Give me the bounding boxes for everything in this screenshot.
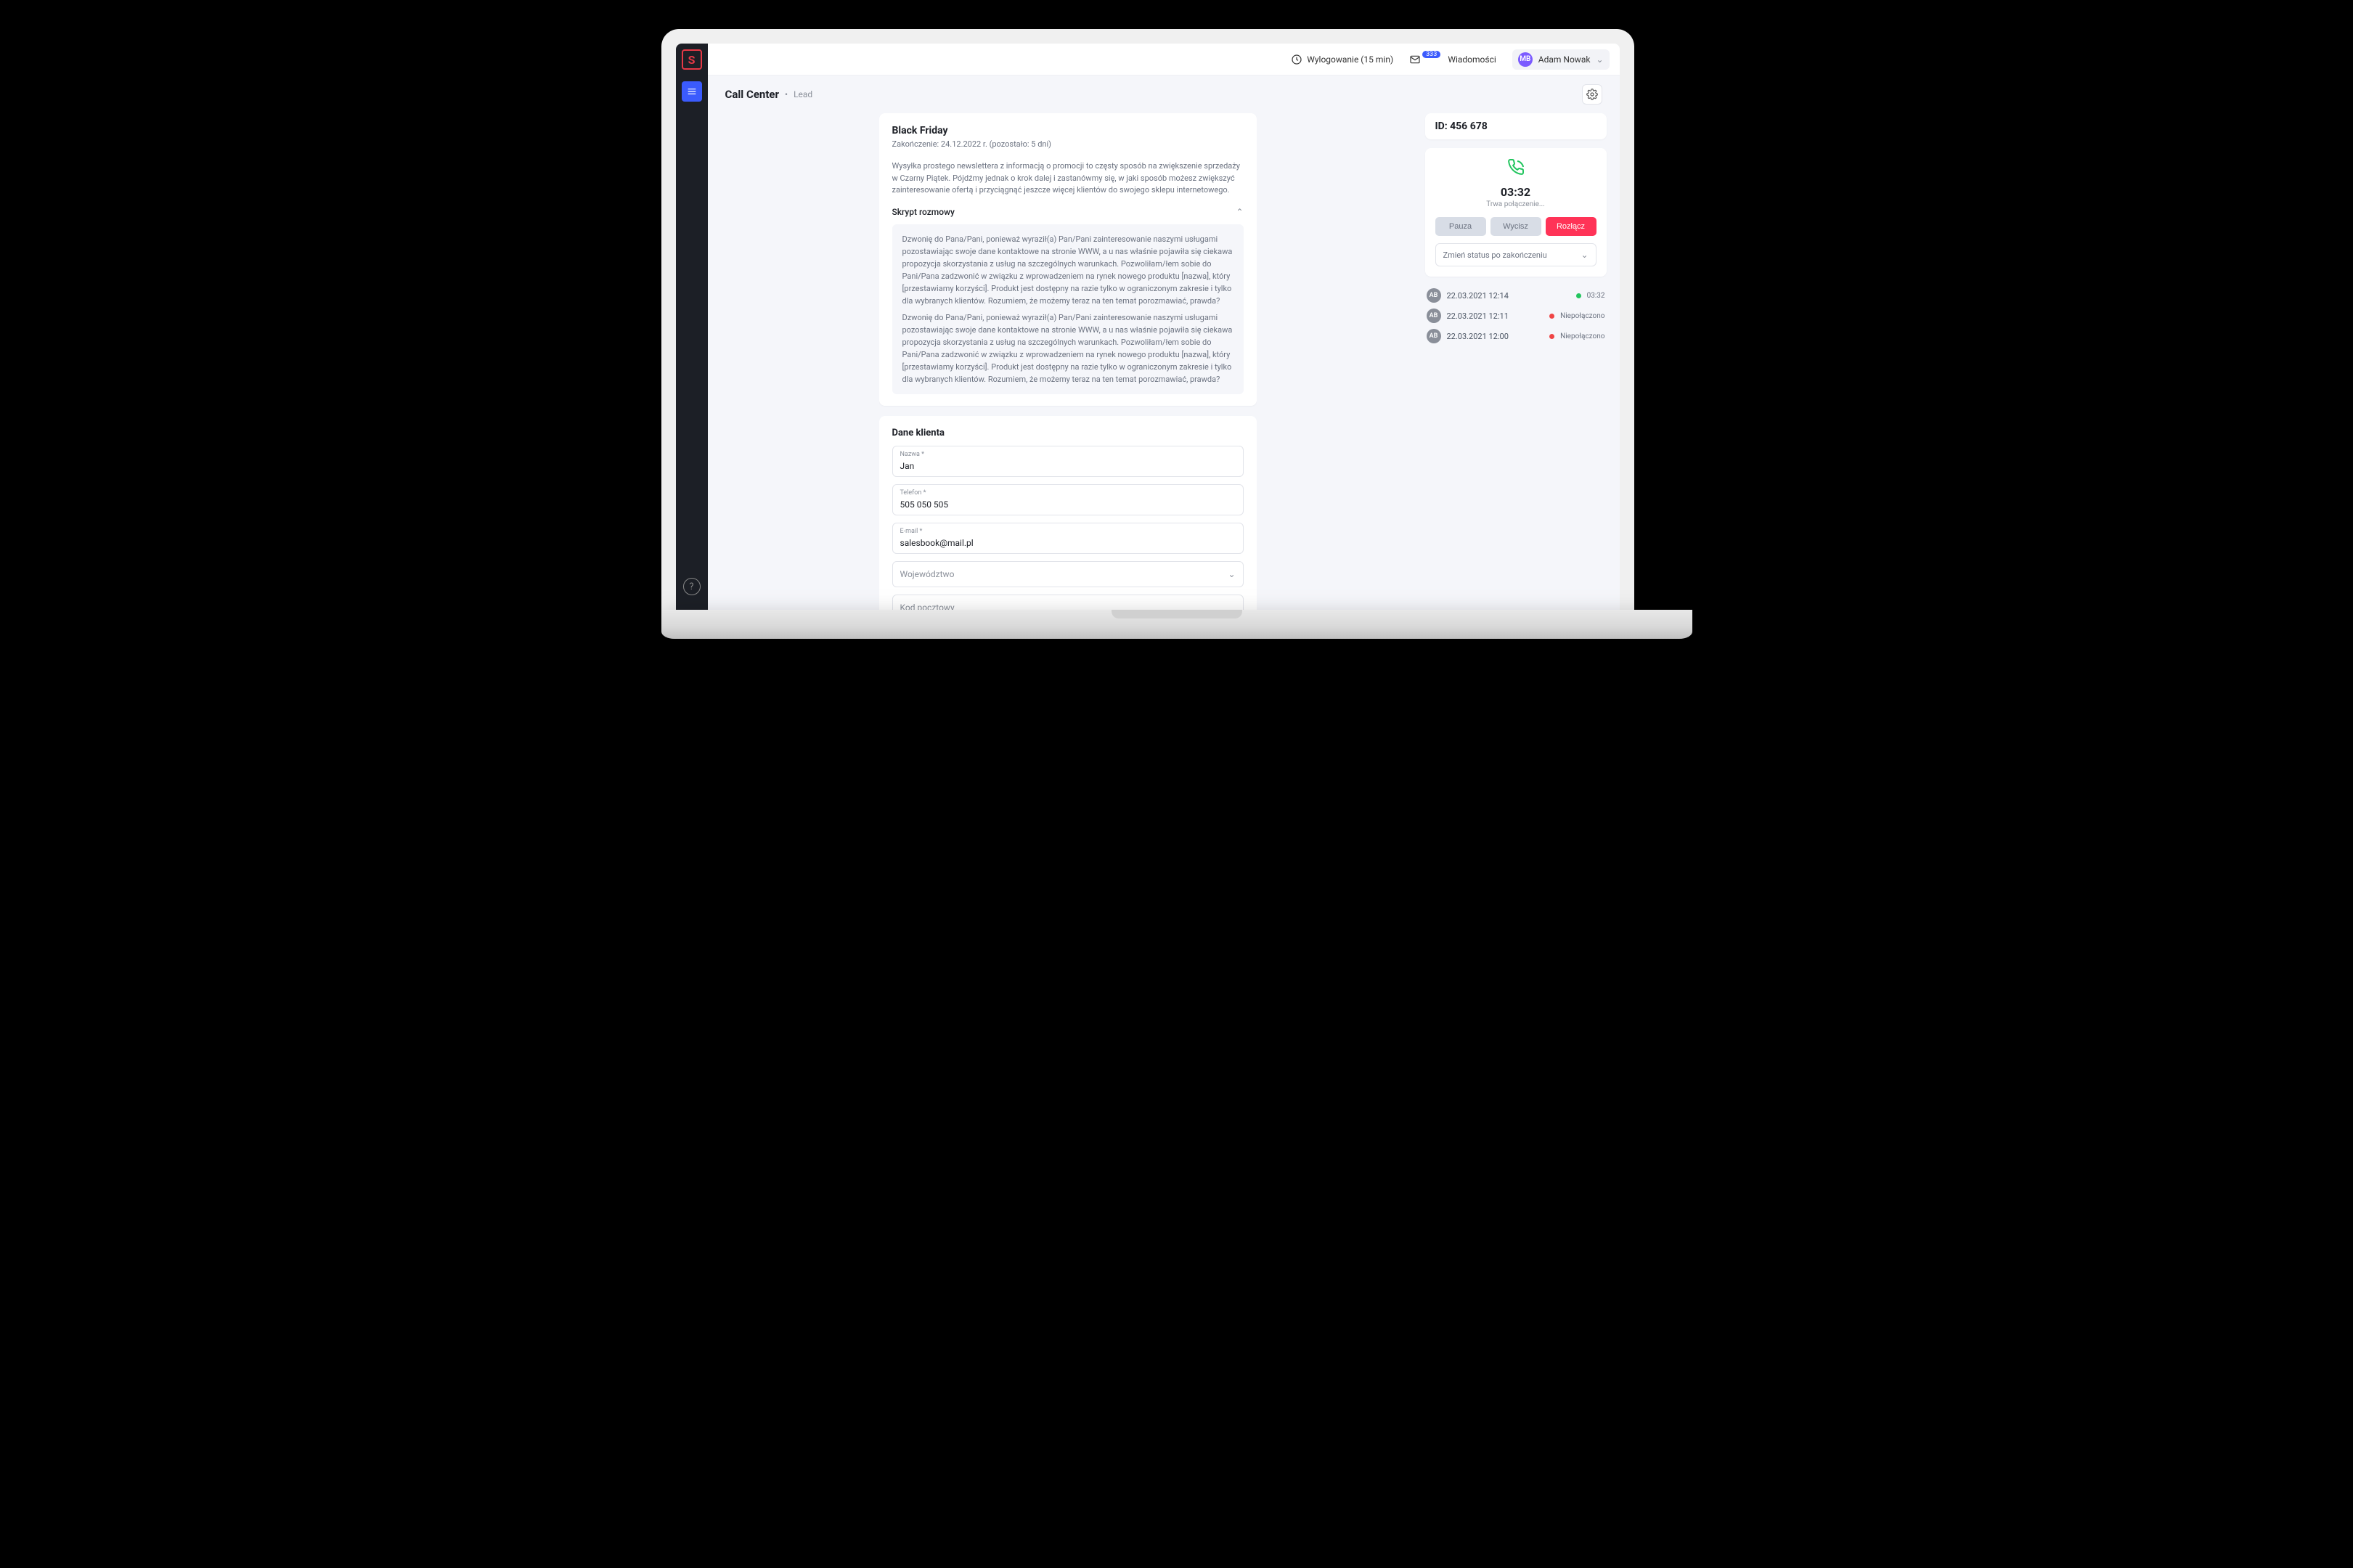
call-card: 03:32 Trwa połączenie... Pauza Wycisz Ro… bbox=[1425, 148, 1607, 277]
chevron-down-icon: ⌄ bbox=[1228, 569, 1235, 579]
history-time: 22.03.2021 12:00 bbox=[1447, 332, 1544, 341]
client-data-card: Dane klienta Nazwa * Jan Telefon * 505 0… bbox=[879, 416, 1257, 610]
script-accordion-toggle[interactable]: Skrypt rozmowy ⌃ bbox=[892, 207, 1244, 217]
user-menu[interactable]: MB Adam Nowak ⌄ bbox=[1512, 49, 1610, 70]
logout-label: Wylogowanie (15 min) bbox=[1307, 54, 1393, 65]
email-value: salesbook@mail.pl bbox=[900, 538, 974, 548]
history-row[interactable]: AB 22.03.2021 12:00 Niepołączono bbox=[1425, 326, 1607, 346]
campaign-title: Black Friday bbox=[892, 125, 1244, 136]
campaign-description: Wysyłka prostego newslettera z informacj… bbox=[892, 160, 1244, 197]
history-row[interactable]: AB 22.03.2021 12:14 03:32 bbox=[1425, 285, 1607, 306]
voivodeship-placeholder: Województwo bbox=[900, 569, 955, 579]
nav-menu-icon[interactable] bbox=[682, 81, 702, 102]
status-dot-icon bbox=[1549, 334, 1554, 339]
history-avatar: AB bbox=[1427, 329, 1441, 343]
settings-button[interactable] bbox=[1582, 84, 1602, 105]
postal-placeholder: Kod pocztowy bbox=[900, 603, 955, 610]
history-time: 22.03.2021 12:11 bbox=[1447, 311, 1544, 321]
gear-icon bbox=[1586, 89, 1598, 100]
campaign-end-date: Zakończenie: 24.12.2022 r. (pozostało: 5… bbox=[892, 139, 1244, 149]
status-select-label: Zmień status po zakończeniu bbox=[1443, 250, 1547, 260]
call-timer: 03:32 bbox=[1435, 185, 1596, 199]
call-status-text: Trwa połączenie... bbox=[1435, 200, 1596, 208]
mail-icon bbox=[1409, 54, 1421, 65]
app-screen: S ? Wylogowanie (15 min) 333 Wiadomości bbox=[676, 44, 1620, 610]
email-label: E-mail * bbox=[900, 528, 1236, 535]
phone-field[interactable]: Telefon * 505 050 505 bbox=[892, 484, 1244, 515]
phone-label: Telefon * bbox=[900, 489, 1236, 497]
history-avatar: AB bbox=[1427, 309, 1441, 323]
history-status: Niepołączono bbox=[1560, 312, 1604, 320]
name-value: Jan bbox=[900, 461, 915, 471]
messages-badge: 333 bbox=[1422, 51, 1440, 58]
phone-value: 505 050 505 bbox=[900, 499, 949, 510]
chevron-down-icon: ⌄ bbox=[1596, 54, 1603, 65]
logout-link[interactable]: Wylogowanie (15 min) bbox=[1291, 54, 1393, 65]
call-history-list: AB 22.03.2021 12:14 03:32 AB 22.03.2021 12:1… bbox=[1425, 285, 1607, 346]
history-status: Niepołączono bbox=[1560, 332, 1604, 340]
messages-label: Wiadomości bbox=[1448, 54, 1496, 65]
right-panel: ID: 456 678 03:32 Trwa połączenie... Pau… bbox=[1425, 113, 1607, 610]
status-dot-icon bbox=[1576, 293, 1581, 298]
script-paragraph-2: Dzwonię do Pana/Pani, ponieważ wyraził(a… bbox=[902, 311, 1233, 385]
history-time: 22.03.2021 12:14 bbox=[1447, 291, 1570, 301]
phone-active-icon bbox=[1435, 158, 1596, 179]
email-field[interactable]: E-mail * salesbook@mail.pl bbox=[892, 523, 1244, 554]
mute-button[interactable]: Wycisz bbox=[1490, 217, 1541, 236]
script-body: Dzwonię do Pana/Pani, ponieważ wyraził(a… bbox=[892, 224, 1244, 395]
chevron-down-icon: ⌄ bbox=[1581, 250, 1588, 260]
history-avatar: AB bbox=[1427, 288, 1441, 303]
app-logo: S bbox=[682, 49, 702, 70]
name-label: Nazwa * bbox=[900, 451, 1236, 458]
postal-field[interactable]: Kod pocztowy bbox=[892, 595, 1244, 610]
client-section-title: Dane klienta bbox=[892, 428, 1244, 438]
chevron-up-icon: ⌃ bbox=[1236, 207, 1243, 217]
sidebar: S ? bbox=[676, 44, 708, 610]
avatar: MB bbox=[1518, 52, 1533, 67]
lead-id: ID: 456 678 bbox=[1425, 113, 1607, 139]
pause-button[interactable]: Pauza bbox=[1435, 217, 1486, 236]
status-dot-icon bbox=[1549, 314, 1554, 319]
help-icon[interactable]: ? bbox=[683, 578, 701, 595]
breadcrumb-sub: Lead bbox=[794, 89, 812, 99]
status-after-call-select[interactable]: Zmień status po zakończeniu ⌄ bbox=[1435, 243, 1596, 266]
user-name: Adam Nowak bbox=[1538, 54, 1591, 65]
topbar: Wylogowanie (15 min) 333 Wiadomości MB A… bbox=[708, 44, 1620, 75]
page-title: Call Center bbox=[725, 88, 780, 101]
voivodeship-select[interactable]: Województwo ⌄ bbox=[892, 561, 1244, 587]
history-row[interactable]: AB 22.03.2021 12:11 Niepołączono bbox=[1425, 306, 1607, 326]
messages-link[interactable]: 333 Wiadomości bbox=[1409, 54, 1496, 65]
name-field[interactable]: Nazwa * Jan bbox=[892, 446, 1244, 477]
hangup-button[interactable]: Rozłącz bbox=[1546, 217, 1596, 236]
clock-icon bbox=[1291, 54, 1302, 65]
breadcrumb: Call Center • Lead bbox=[708, 75, 1620, 113]
script-paragraph-1: Dzwonię do Pana/Pani, ponieważ wyraził(a… bbox=[902, 233, 1233, 307]
campaign-card: Black Friday Zakończenie: 24.12.2022 r. … bbox=[879, 113, 1257, 406]
history-status: 03:32 bbox=[1587, 292, 1605, 300]
script-header-label: Skrypt rozmowy bbox=[892, 207, 955, 217]
breadcrumb-separator: • bbox=[785, 89, 788, 99]
